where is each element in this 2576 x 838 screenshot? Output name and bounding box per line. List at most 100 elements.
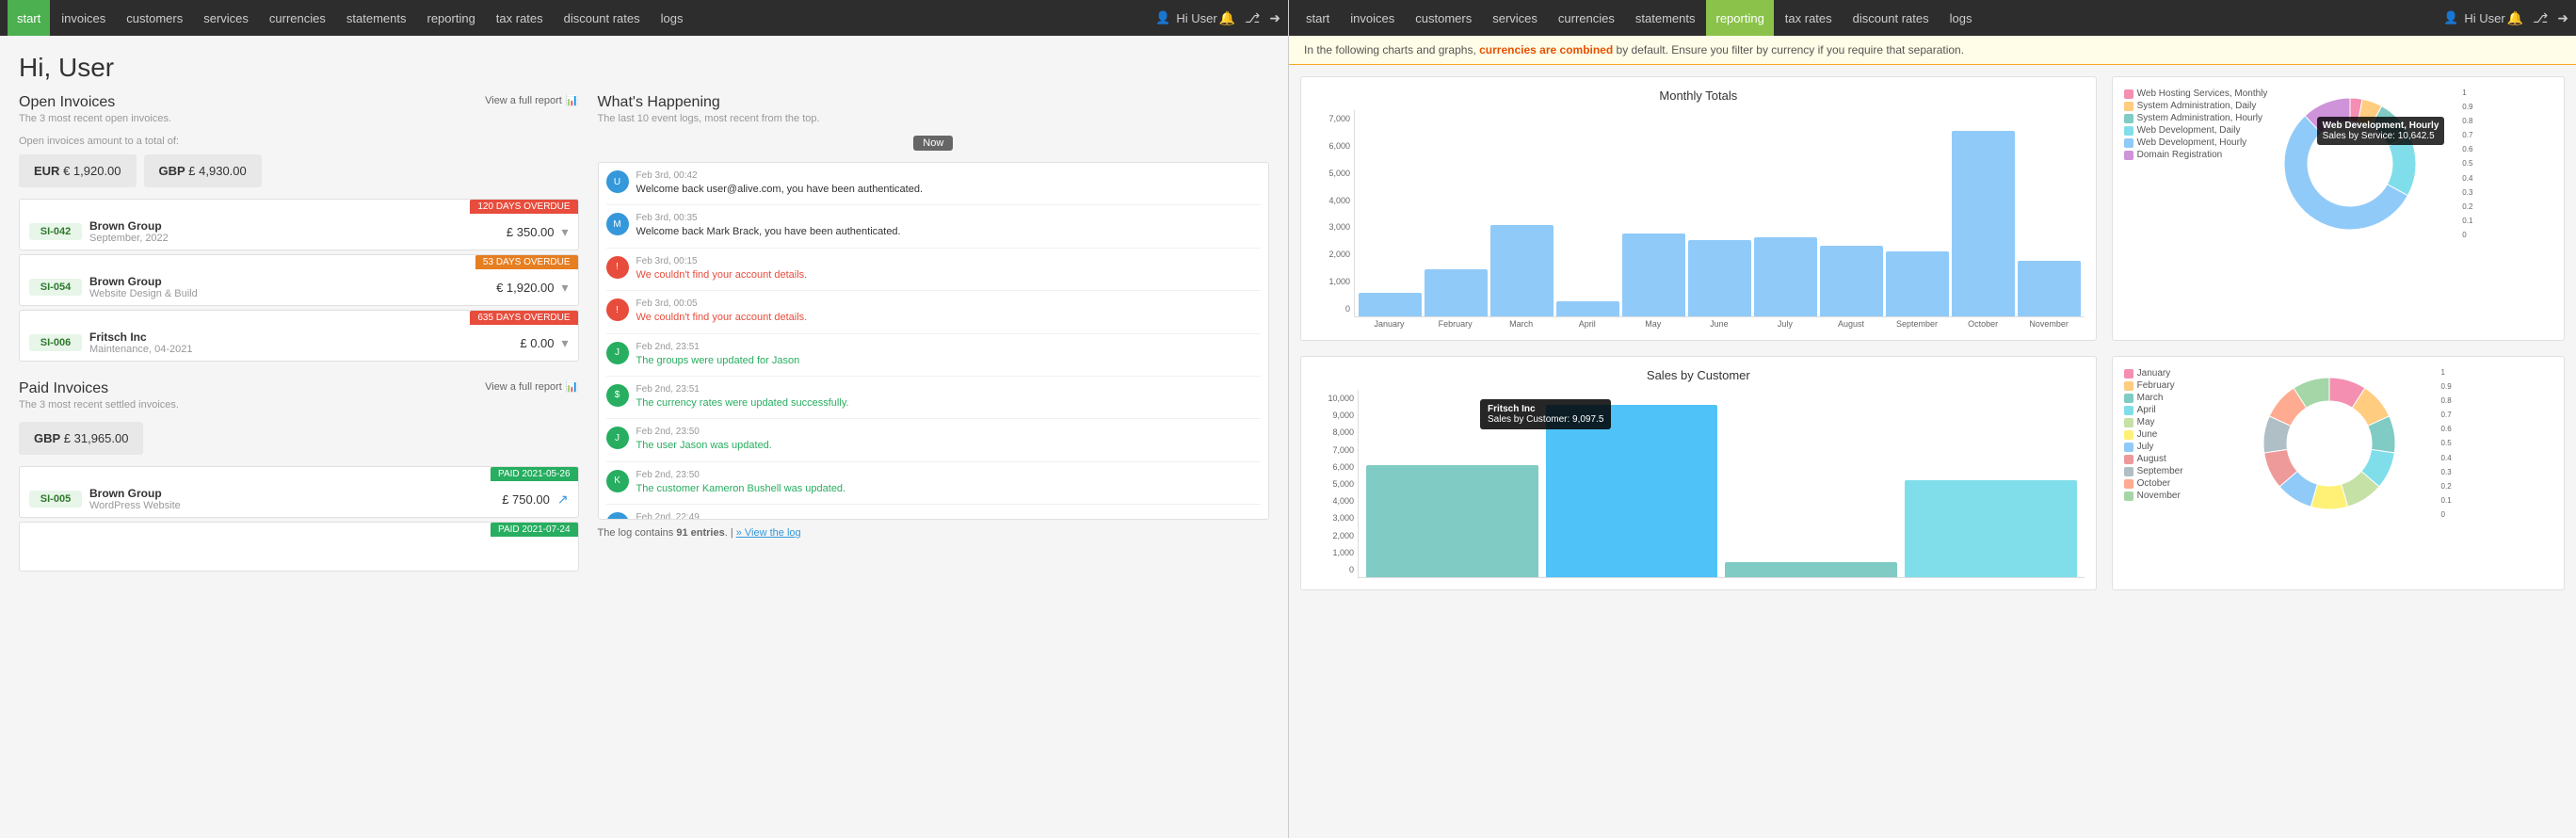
log-avatar: ! [606,256,629,279]
service-legend: Web Hosting Services, MonthlySystem Admi… [2124,89,2268,160]
monthly-bar-label: March [1489,319,1553,329]
total-eur: EUR € 1,920.00 [19,154,137,187]
monthly-bar[interactable] [2018,261,2081,316]
monthly-bar[interactable] [1886,251,1949,316]
nav-invoices-right[interactable]: invoices [1341,0,1404,36]
nav-taxrates-right[interactable]: tax rates [1776,0,1842,36]
nav-services-left[interactable]: services [194,0,258,36]
customer-bar[interactable] [1546,405,1718,577]
monthly-bar[interactable] [1556,301,1619,316]
invoice-chevron-si042[interactable]: ▾ [562,224,569,240]
paid-invoices-view-full[interactable]: View a full report 📊 [485,380,578,393]
bell-icon-left[interactable]: 🔔 [1219,10,1235,26]
view-log-link[interactable]: » View the log [736,527,801,539]
monthly-bar[interactable] [1688,240,1751,316]
invoice-desc-si006: Maintenance, 04-2021 [89,344,462,355]
service-legend-item: Web Development, Hourly [2124,137,2268,148]
logout-icon-left[interactable]: ➜ [1269,10,1280,26]
monthly-bar[interactable] [1754,237,1817,316]
bell-icon-right[interactable]: 🔔 [2507,10,2523,26]
invoice-company-si005: Brown Group [89,487,458,500]
nav-logs-left[interactable]: logs [652,0,693,36]
customer-chart-section: Sales by Customer 0 1,000 2,000 3,000 4,… [1300,356,2097,590]
log-time: Feb 2nd, 23:50 [636,470,1261,480]
nav-start-left[interactable]: start [8,0,50,36]
invoice-id-si005[interactable]: SI-005 [29,491,82,508]
log-avatar: U [606,170,629,193]
monthly-bar-chart[interactable] [1354,110,2085,317]
customer-bar-chart[interactable] [1358,390,2085,578]
open-invoices-totals-label: Open invoices amount to a total of: [19,136,579,147]
monthly-legend-item: April [2124,405,2246,415]
nav-customers-left[interactable]: customers [117,0,192,36]
nav-discountrates-left[interactable]: discount rates [555,0,650,36]
customer-bar[interactable] [1366,465,1538,577]
log-text: The customer Kameron Bushell was updated… [636,482,1261,496]
log-container[interactable]: U Feb 3rd, 00:42 Welcome back user@alive… [598,162,1269,520]
monthly-bar-label: August [1819,319,1882,329]
paid-invoices-title: Paid Invoices [19,380,179,397]
nav-reporting-right[interactable]: reporting [1706,0,1773,36]
monthly-legend-item: June [2124,429,2246,440]
log-content: Feb 3rd, 00:15 We couldn't find your acc… [636,256,1261,282]
total-gbp: GBP £ 4,930.00 [144,154,262,187]
nav-customers-right[interactable]: customers [1406,0,1481,36]
monthly-bar[interactable] [1820,246,1883,316]
nav-reporting-left[interactable]: reporting [417,0,484,36]
log-text: The currency rates were updated successf… [636,396,1261,411]
monthly-chart-section: Monthly Totals 0 1,000 2,000 3,000 4,000… [1300,76,2097,341]
invoice-chevron-si054[interactable]: ▾ [562,280,569,296]
monthly-chart-title: Monthly Totals [1312,89,2085,103]
monthly-bar-label: May [1621,319,1684,329]
invoice-amount-si005: £ 750.00 [465,492,550,507]
invoice-link-si005[interactable]: ↗ [557,492,569,508]
log-content: Feb 2nd, 23:50 The customer Kameron Bush… [636,470,1261,496]
invoice-id-si054[interactable]: SI-054 [29,279,82,296]
nav-discountrates-right[interactable]: discount rates [1843,0,1939,36]
nav-currencies-right[interactable]: currencies [1549,0,1624,36]
log-time: Feb 3rd, 00:05 [636,298,1261,309]
nav-statements-left[interactable]: statements [337,0,416,36]
monthly-bar[interactable] [1622,234,1685,316]
paid-badge-si005: PAID 2021-05-26 [491,467,578,481]
monthly-bar[interactable] [1359,293,1422,316]
invoice-id-si042[interactable]: SI-042 [29,223,82,240]
logout-icon-right[interactable]: ➜ [2557,10,2568,26]
log-content: Feb 3rd, 00:42 Welcome back user@alive.c… [636,170,1261,197]
log-entry: ! Feb 3rd, 00:05 We couldn't find your a… [606,298,1261,333]
log-text: Welcome back user@alive.com, you have be… [636,183,1261,197]
share-icon-left[interactable]: ⎇ [1245,10,1260,26]
monthly-legend-item: November [2124,491,2246,501]
page-title: Hi, User [0,36,1288,94]
invoice-chevron-si006[interactable]: ▾ [562,335,569,351]
monthly-bar-label: April [1555,319,1618,329]
invoice-amount-si042: £ 350.00 [470,225,555,239]
customer-bar[interactable] [1905,480,2077,577]
nav-start-right[interactable]: start [1296,0,1339,36]
chart-icon-paid: 📊 [566,380,579,393]
whats-happening-title: What's Happening [598,94,820,111]
invoice-id-si006[interactable]: SI-006 [29,334,82,351]
monthly-bar[interactable] [1490,225,1554,316]
monthly-legend: JanuaryFebruaryMarchAprilMayJuneJulyAugu… [2124,368,2246,501]
service-legend-item: Domain Registration [2124,150,2268,160]
nav-services-right[interactable]: services [1483,0,1547,36]
nav-currencies-left[interactable]: currencies [260,0,335,36]
monthly-bar[interactable] [1952,131,2015,316]
monthly-bar[interactable] [1425,269,1488,316]
log-text: We couldn't find your account details. [636,311,1261,325]
customer-bar[interactable] [1725,562,1897,577]
share-icon-right[interactable]: ⎇ [2533,10,2548,26]
open-invoices-view-full[interactable]: View a full report 📊 [485,94,578,106]
nav-invoices-left[interactable]: invoices [52,0,115,36]
monthly-bar-label: November [2018,319,2081,329]
monthly-legend-item: February [2124,380,2246,391]
log-avatar: ! [606,298,629,321]
log-time: Feb 3rd, 00:15 [636,256,1261,266]
monthly-legend-item: March [2124,393,2246,403]
log-time: Feb 2nd, 23:51 [636,342,1261,352]
nav-statements-right[interactable]: statements [1626,0,1705,36]
log-avatar: J [606,342,629,364]
nav-taxrates-left[interactable]: tax rates [487,0,553,36]
nav-logs-right[interactable]: logs [1940,0,1982,36]
